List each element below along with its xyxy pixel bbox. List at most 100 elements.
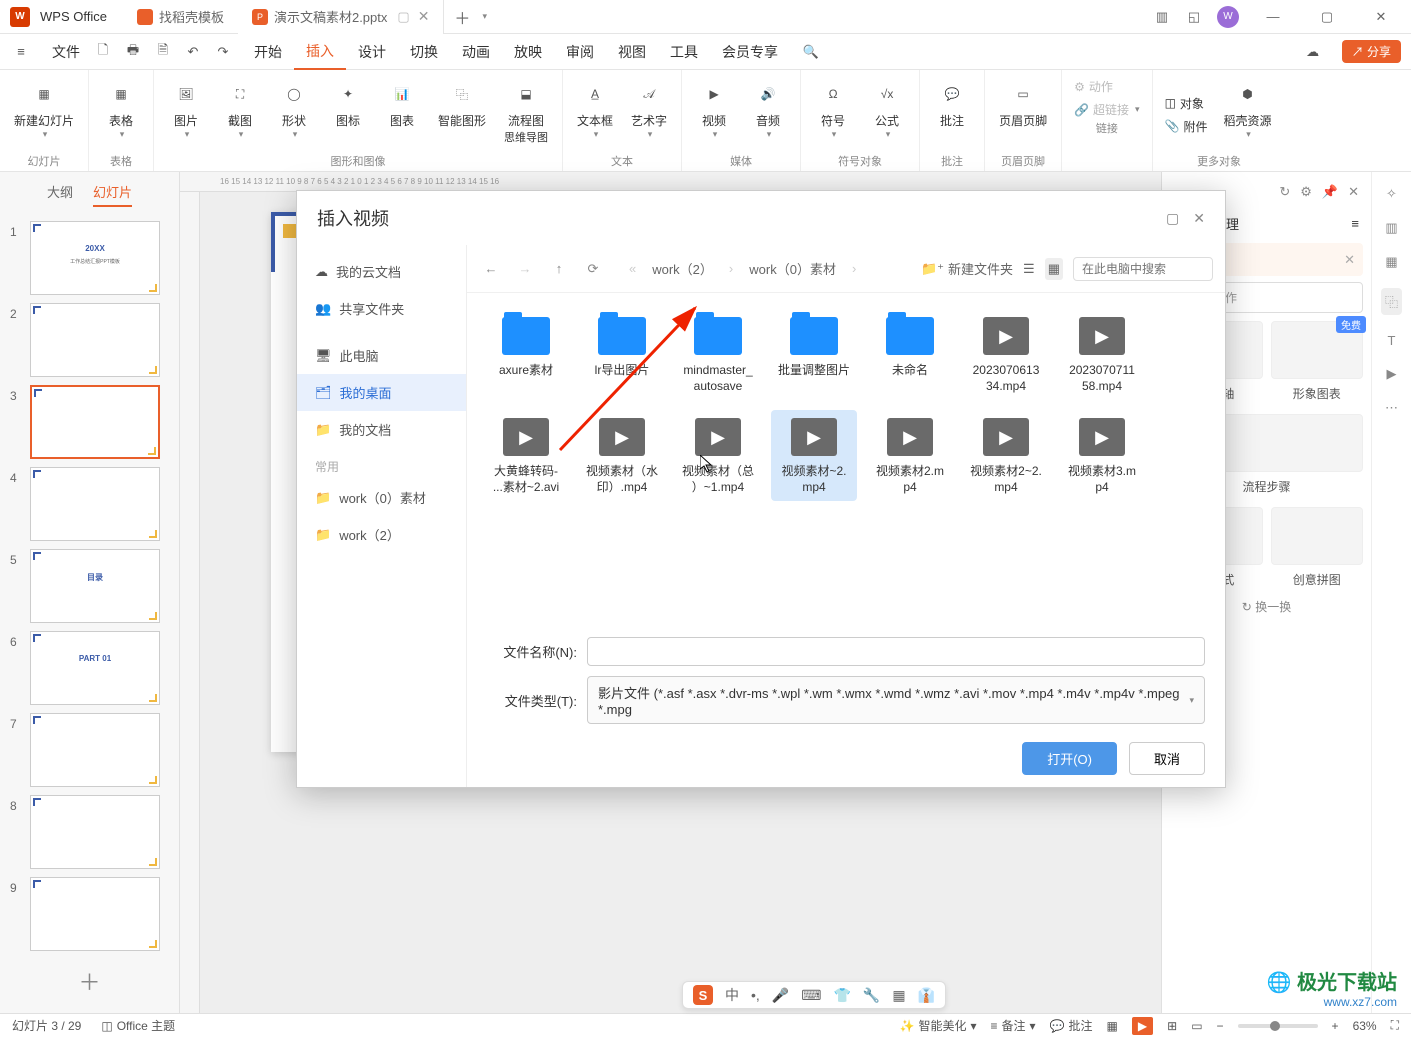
textbox-button[interactable]: A̲文本框▾ <box>571 76 619 153</box>
slide-thumb-row[interactable]: 3 <box>0 381 179 463</box>
side-shared[interactable]: 👥共享文件夹 <box>297 290 466 327</box>
header-button[interactable]: ▭页眉页脚 <box>993 76 1053 153</box>
dialog-maximize-icon[interactable]: ▢ <box>1166 210 1179 227</box>
ime-toolbar[interactable]: S 中 •, 🎤 ⌨ 👕 🔧 ▦ 👔 <box>682 981 946 1009</box>
dialog-close-icon[interactable]: ✕ <box>1193 210 1205 227</box>
comments-toggle[interactable]: 💬 批注 <box>1050 1017 1093 1034</box>
refresh-button[interactable]: ⟳ <box>581 257 605 281</box>
rp-template-item[interactable]: 创意拼图 <box>1271 507 1364 588</box>
cube-icon[interactable]: ◱ <box>1185 8 1203 26</box>
slide-thumbnail[interactable]: PART 01 <box>30 631 160 705</box>
pin-icon[interactable]: 📌 <box>1322 184 1338 200</box>
outline-tab[interactable]: 大纲 <box>47 182 73 207</box>
slide-thumbnail[interactable] <box>30 795 160 869</box>
ime-keyboard-icon[interactable]: ⌨ <box>801 987 821 1004</box>
slide-thumbnail[interactable] <box>30 467 160 541</box>
preview-icon[interactable]: 🗎 <box>152 41 174 63</box>
back-button[interactable]: ← <box>479 257 503 281</box>
menu-transition[interactable]: 切换 <box>398 34 450 70</box>
folder-item[interactable]: axure素材 <box>483 309 569 400</box>
video-file-item[interactable]: ▶视频素材~2.mp4 <box>771 410 857 501</box>
search-icon[interactable]: 🔍 <box>800 41 822 63</box>
beautify-button[interactable]: ✨ 智能美化 ▾ <box>900 1017 977 1034</box>
hyperlink-button[interactable]: 🔗超链接▾ <box>1070 99 1144 120</box>
rp-menu-icon[interactable]: ≡ <box>1351 216 1359 231</box>
slides-tab[interactable]: 幻灯片 <box>93 182 132 207</box>
slide-thumbnail[interactable] <box>30 877 160 951</box>
folder-item[interactable]: lr导出图片 <box>579 309 665 400</box>
fit-icon[interactable]: ⛶ <box>1391 1018 1399 1033</box>
forward-button[interactable]: → <box>513 257 537 281</box>
equation-button[interactable]: √x公式▾ <box>863 76 911 153</box>
zoom-out-icon[interactable]: − <box>1217 1019 1224 1033</box>
tab-document[interactable]: P 演示文稿素材2.pptx ▢ ✕ <box>238 0 444 34</box>
ime-grid-icon[interactable]: ▦ <box>892 987 905 1004</box>
video-file-item[interactable]: ▶视频素材（总）~1.mp4 <box>675 410 761 501</box>
slide-thumb-row[interactable]: 9 <box>0 873 179 955</box>
tab-menu-icon[interactable]: ▢ <box>397 9 409 25</box>
video-file-item[interactable]: ▶202307071158.mp4 <box>1059 309 1145 400</box>
layout-icon[interactable]: ▥ <box>1385 220 1397 236</box>
media-icon[interactable]: ▶ <box>1387 366 1397 382</box>
side-recent-1[interactable]: 📁work（2） <box>297 516 466 553</box>
side-pc[interactable]: 🖥此电脑 <box>297 337 466 374</box>
print-icon[interactable]: 🖶 <box>122 41 144 63</box>
ime-person-icon[interactable]: 👕 <box>833 987 850 1004</box>
menu-vip[interactable]: 会员专享 <box>710 34 790 70</box>
slide-thumb-row[interactable]: 4 <box>0 463 179 545</box>
close-panel-icon[interactable]: ✕ <box>1348 184 1359 200</box>
audio-button[interactable]: 🔊音频▾ <box>744 76 792 153</box>
ime-skin-icon[interactable]: 👔 <box>918 987 935 1004</box>
view-reading-icon[interactable]: ▭ <box>1191 1019 1202 1033</box>
slide-thumb-row[interactable]: 5 目录 <box>0 545 179 627</box>
notes-toggle[interactable]: ≡ 备注 ▾ <box>991 1017 1036 1034</box>
menu-insert[interactable]: 插入 <box>294 34 346 70</box>
icon-button[interactable]: ✦图标 <box>324 76 372 153</box>
slide-thumbnail[interactable]: 目录 <box>30 549 160 623</box>
user-avatar[interactable]: W <box>1217 6 1239 28</box>
save-icon[interactable]: 🗋 <box>92 41 114 63</box>
file-menu[interactable]: 文件 <box>40 34 92 70</box>
slide-thumb-row[interactable]: 8 <box>0 791 179 873</box>
table-button[interactable]: ▦表格▾ <box>97 76 145 153</box>
slide-thumb-row[interactable]: 1 20XX 工作总结汇报PPT模板 <box>0 217 179 299</box>
image-button[interactable]: 🖼图片▾ <box>162 76 210 153</box>
cloud-icon[interactable]: ☁ <box>1302 41 1324 63</box>
panel-icon[interactable]: ▥ <box>1153 8 1171 26</box>
view-slideshow-icon[interactable]: ▶ <box>1132 1017 1153 1035</box>
share-button[interactable]: ↗ 分享 <box>1342 40 1401 63</box>
ime-punct-icon[interactable]: •, <box>751 987 760 1003</box>
folder-item[interactable]: mindmaster_autosave <box>675 309 761 400</box>
slide-thumb-row[interactable]: 6 PART 01 <box>0 627 179 709</box>
video-file-item[interactable]: ▶视频素材2~2.mp4 <box>963 410 1049 501</box>
ime-lang[interactable]: 中 <box>725 985 739 1005</box>
comment-button[interactable]: 💬批注 <box>928 76 976 153</box>
relation-icon[interactable]: ⿻ <box>1381 288 1402 315</box>
shapes-button[interactable]: ◯形状▾ <box>270 76 318 153</box>
cancel-button[interactable]: 取消 <box>1129 742 1205 775</box>
tab-template[interactable]: 找稻壳模板 <box>123 0 238 34</box>
side-cloud[interactable]: ☁我的云文档 <box>297 253 466 290</box>
ime-mic-icon[interactable]: 🎤 <box>772 987 789 1004</box>
new-slide-button[interactable]: ▦新建幻灯片▾ <box>8 76 80 153</box>
video-file-item[interactable]: ▶视频素材（水印）.mp4 <box>579 410 665 501</box>
slide-thumbnail[interactable] <box>30 385 160 459</box>
sparkle-icon[interactable]: ✧ <box>1386 186 1397 202</box>
object-button[interactable]: ◫对象 <box>1161 93 1212 114</box>
screenshot-button[interactable]: ⛶截图▾ <box>216 76 264 153</box>
rp-template-item[interactable]: 免费形象图表 <box>1271 321 1364 402</box>
template-icon[interactable]: ▦ <box>1385 254 1397 270</box>
side-desktop[interactable]: 🗂我的桌面 <box>297 374 466 411</box>
more-icon[interactable]: ⋯ <box>1385 400 1398 416</box>
refresh-icon[interactable]: ↻ <box>1279 184 1290 200</box>
menu-start[interactable]: 开始 <box>242 34 294 70</box>
symbol-button[interactable]: Ω符号▾ <box>809 76 857 153</box>
newfolder-button[interactable]: 📁⁺ 新建文件夹 <box>921 259 1013 278</box>
undo-icon[interactable]: ↶ <box>182 41 204 63</box>
view-sorter-icon[interactable]: ⊞ <box>1167 1019 1177 1033</box>
ime-tool-icon[interactable]: 🔧 <box>863 987 880 1004</box>
menu-view[interactable]: 视图 <box>606 34 658 70</box>
folder-item[interactable]: 未命名 <box>867 309 953 400</box>
slide-thumb-row[interactable]: 2 <box>0 299 179 381</box>
filename-input[interactable] <box>587 637 1205 666</box>
